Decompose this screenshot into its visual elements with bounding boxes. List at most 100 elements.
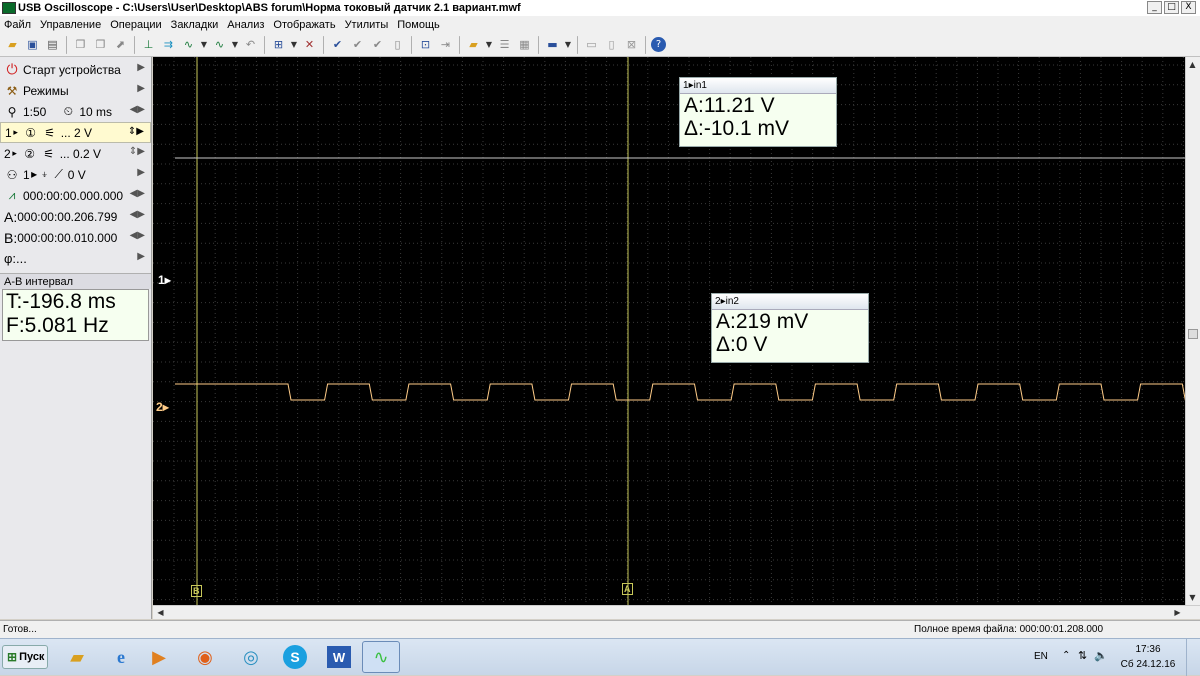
check-all-icon[interactable]: ✔: [349, 36, 366, 53]
wave-ch2-icon[interactable]: ∿: [211, 36, 228, 53]
page-icon[interactable]: ▯: [389, 36, 406, 53]
close-button[interactable]: X: [1181, 1, 1196, 14]
menu-control[interactable]: Управление: [40, 19, 101, 31]
toolbar-separator: [323, 35, 324, 54]
horizontal-scrollbar[interactable]: ◀ ▶: [153, 605, 1200, 619]
wave-ch1-icon[interactable]: ∿: [180, 36, 197, 53]
menu-analysis[interactable]: Анализ: [227, 19, 264, 31]
channel2-marker[interactable]: 2▸: [156, 400, 169, 414]
readout2-delta: Δ:0 V: [716, 333, 768, 356]
status-bar: Готов... Полное время файла: 000:00:01.2…: [0, 620, 1200, 638]
cursor-a-flag[interactable]: A: [622, 583, 633, 595]
help-icon[interactable]: ?: [651, 37, 666, 52]
save-icon[interactable]: ▣: [24, 36, 41, 53]
scroll-up-icon[interactable]: ▲: [1186, 58, 1199, 71]
zoom-icon[interactable]: ⊞: [270, 36, 287, 53]
dropdown-icon[interactable]: ▼: [564, 36, 572, 53]
window-icon[interactable]: ▭: [583, 36, 600, 53]
cursor-b-row[interactable]: B: 000:00:00.010.000 ◀▶: [0, 227, 151, 248]
cursor-b-flag[interactable]: B: [191, 585, 202, 597]
timebase-value: 10 ms: [79, 104, 113, 119]
check-down-icon[interactable]: ✔: [369, 36, 386, 53]
channel1-readout[interactable]: 1▸in1 A:11.21 V Δ:-10.1 mV: [679, 77, 837, 147]
chrome-icon[interactable]: ◎: [232, 641, 270, 673]
paste-icon[interactable]: ❐: [92, 36, 109, 53]
trigger-row[interactable]: ⚇ 1 ▸ ⍖ ⟋ 0 V ▶: [0, 164, 151, 185]
internet-explorer-icon[interactable]: e: [102, 641, 140, 673]
channel-arrow-icon: ▸: [13, 127, 18, 138]
dropdown-icon[interactable]: ▼: [290, 36, 298, 53]
display-icon[interactable]: ▬: [544, 36, 561, 53]
menu-view[interactable]: Отображать: [273, 19, 335, 31]
media-player-icon[interactable]: ▶: [140, 641, 178, 673]
export-icon[interactable]: ⇥: [437, 36, 454, 53]
undo-icon[interactable]: ↶: [242, 36, 259, 53]
show-desktop-button[interactable]: [1186, 639, 1200, 676]
list-icon[interactable]: ☰: [496, 36, 513, 53]
scroll-down-icon[interactable]: ▼: [1186, 591, 1199, 604]
word-icon[interactable]: W: [320, 641, 358, 673]
zoom-timebase-row[interactable]: ⚲ 1:50 ⏲ 10 ms ◀▶: [0, 101, 151, 122]
vertical-scroll-thumb[interactable]: [1188, 329, 1198, 339]
marker-icon[interactable]: ⬈: [112, 36, 129, 53]
scroll-right-icon[interactable]: ▶: [1171, 606, 1184, 619]
table-icon[interactable]: ▦: [516, 36, 533, 53]
start-label: Пуск: [19, 651, 45, 663]
show-hidden-icon[interactable]: ⌃: [1062, 650, 1072, 661]
zoom-value: 1:50: [23, 104, 47, 119]
network-icon[interactable]: ⇅: [1078, 649, 1090, 662]
dropdown-icon[interactable]: ▼: [200, 36, 208, 53]
oscilloscope-app-icon[interactable]: ∿: [362, 641, 400, 673]
toolbar-separator: [411, 35, 412, 54]
minimize-button[interactable]: _: [1147, 1, 1162, 14]
firefox-icon[interactable]: ◉: [186, 641, 224, 673]
app-icon: [2, 2, 16, 14]
file-duration: Полное время файла: 000:00:01.208.000: [914, 624, 1104, 635]
check-icon[interactable]: ✔: [329, 36, 346, 53]
scope-display[interactable]: 1▸ 2▸ B A 1▸in1 A:11.21 V Δ:-10.1 mV 2▸i…: [153, 57, 1185, 605]
trigger-icon[interactable]: ⊥: [140, 36, 157, 53]
trigger-channel: 1: [23, 167, 30, 182]
folder-icon[interactable]: ▰: [465, 36, 482, 53]
start-device-row[interactable]: ⏻ Старт устройства ▶: [0, 59, 151, 80]
cursor-icon[interactable]: ⇉: [160, 36, 177, 53]
scope-canvas[interactable]: [153, 57, 1185, 605]
channel1-marker[interactable]: 1▸: [158, 273, 171, 287]
copy-icon[interactable]: ❐: [72, 36, 89, 53]
phase-row[interactable]: φ:... ▶: [0, 248, 151, 269]
start-device-label: Старт устройства: [23, 62, 121, 77]
menu-bookmarks[interactable]: Закладки: [171, 19, 219, 31]
menu-file[interactable]: Файл: [4, 19, 31, 31]
channel2-row[interactable]: 2 ▸ ② ⚟ ... 0.2 V ⇕▶: [0, 143, 151, 164]
menu-help[interactable]: Помощь: [397, 19, 440, 31]
volume-icon[interactable]: 🔈: [1094, 649, 1108, 662]
maximize-button[interactable]: □: [1164, 1, 1179, 14]
language-indicator[interactable]: EN: [1034, 651, 1050, 662]
channel1-row[interactable]: 1 ▸ ① ⚟ ... 2 V ⇕▶: [0, 122, 151, 143]
modes-row[interactable]: ⚒ Режимы ▶: [0, 80, 151, 101]
skype-icon[interactable]: S: [276, 641, 314, 673]
document-icon[interactable]: ▯: [603, 36, 620, 53]
cursor-a-row[interactable]: A: 000:00:00.206.799 ◀▶: [0, 206, 151, 227]
print-icon[interactable]: ▤: [44, 36, 61, 53]
delete-icon[interactable]: ✕: [301, 36, 318, 53]
clock-date[interactable]: Сб 24.12.16: [1118, 659, 1178, 670]
channel1-adjust-icon[interactable]: ⇕▶: [128, 126, 144, 137]
adjust-arrows-icon: ◀▶: [129, 104, 145, 115]
coupling-icon: ⚟: [44, 125, 56, 140]
dropdown-icon[interactable]: ▼: [485, 36, 493, 53]
close-doc-icon[interactable]: ⊠: [623, 36, 640, 53]
clock-time[interactable]: 17:36: [1118, 644, 1178, 655]
open-folder-icon[interactable]: ▰: [4, 36, 21, 53]
channel2-readout[interactable]: 2▸in2 A:219 mV Δ:0 V: [711, 293, 869, 363]
grid-icon[interactable]: ⊡: [417, 36, 434, 53]
scroll-left-icon[interactable]: ◀: [154, 606, 167, 619]
dropdown-icon[interactable]: ▼: [231, 36, 239, 53]
vertical-scrollbar[interactable]: ▲ ▼: [1185, 57, 1200, 605]
menu-operations[interactable]: Операции: [110, 19, 161, 31]
file-explorer-icon[interactable]: ▰: [58, 641, 96, 673]
start-button[interactable]: ⊞ Пуск: [2, 645, 48, 669]
modes-icon: ⚒: [6, 83, 18, 98]
menu-utilities[interactable]: Утилиты: [345, 19, 389, 31]
trigger-time-row[interactable]: ⩘ 000:00:00.000.000 ◀▶: [0, 185, 151, 206]
